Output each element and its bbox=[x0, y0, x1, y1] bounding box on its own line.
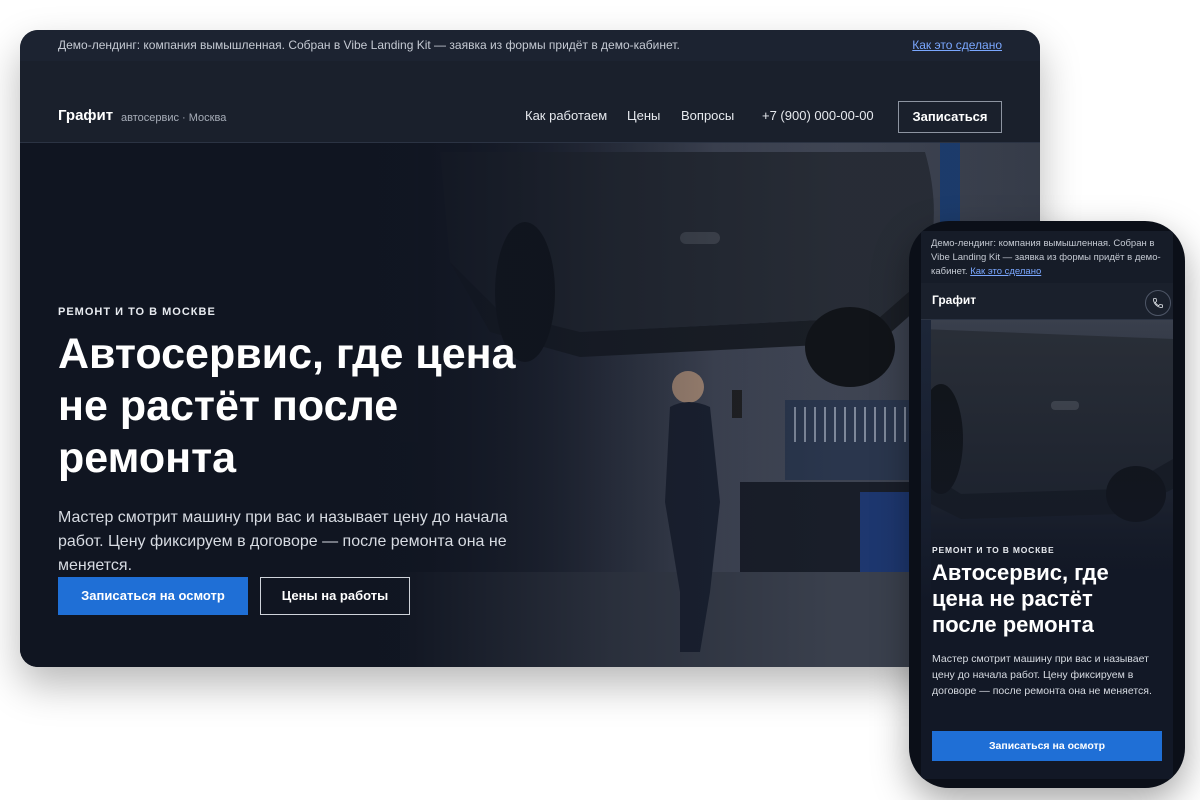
nav-link-how-we-work[interactable]: Как работаем bbox=[525, 108, 607, 124]
mobile-how-it-was-made-link[interactable]: Как это сделано bbox=[970, 266, 1041, 277]
mobile-hero-kicker: РЕМОНТ И ТО В МОСКВЕ bbox=[932, 545, 1055, 555]
top-nav: Графит автосервис · Москва Как работаем … bbox=[20, 61, 1040, 143]
book-button[interactable]: Записаться bbox=[898, 101, 1002, 133]
demo-banner-text: Демо-лендинг: компания вымышленная. Собр… bbox=[58, 38, 680, 52]
mobile-logo[interactable]: Графит bbox=[932, 293, 976, 307]
how-it-was-made-link[interactable]: Как это сделано bbox=[912, 30, 1002, 61]
nav-link-faq[interactable]: Вопросы bbox=[681, 108, 734, 124]
hero-description: Мастер смотрит машину при вас и называет… bbox=[58, 509, 508, 574]
mobile-frame: Демо-лендинг: компания вымышленная. Собр… bbox=[909, 221, 1185, 788]
mobile-hero-description: Мастер смотрит машину при вас и называет… bbox=[932, 653, 1152, 697]
prices-button[interactable]: Цены на работы bbox=[260, 577, 410, 615]
desktop-frame: Демо-лендинг: компания вымышленная. Собр… bbox=[20, 30, 1040, 667]
nav-link-prices[interactable]: Цены bbox=[627, 108, 660, 124]
hero-kicker: РЕМОНТ И ТО В МОСКВЕ bbox=[58, 306, 216, 318]
mobile-top-nav: Графит bbox=[921, 283, 1173, 320]
nav-phone-link[interactable]: +7 (900) 000-00-00 bbox=[762, 108, 874, 124]
logo[interactable]: Графит bbox=[58, 106, 113, 126]
call-button[interactable] bbox=[1145, 290, 1171, 316]
phone-icon bbox=[1153, 298, 1163, 308]
mobile-hero-title: Автосервис, где цена не растёт после рем… bbox=[932, 560, 1109, 637]
mobile-book-inspection-button[interactable]: Записаться на осмотр bbox=[932, 731, 1162, 761]
hero-title: Автосервис, где цена не растёт после рем… bbox=[58, 330, 516, 482]
demo-banner: Демо-лендинг: компания вымышленная. Собр… bbox=[20, 30, 1040, 61]
book-inspection-button[interactable]: Записаться на осмотр bbox=[58, 577, 248, 615]
mobile-demo-banner-text: Демо-лендинг: компания вымышленная. Собр… bbox=[931, 238, 1161, 277]
brand-subtitle: автосервис · Москва bbox=[121, 112, 227, 124]
